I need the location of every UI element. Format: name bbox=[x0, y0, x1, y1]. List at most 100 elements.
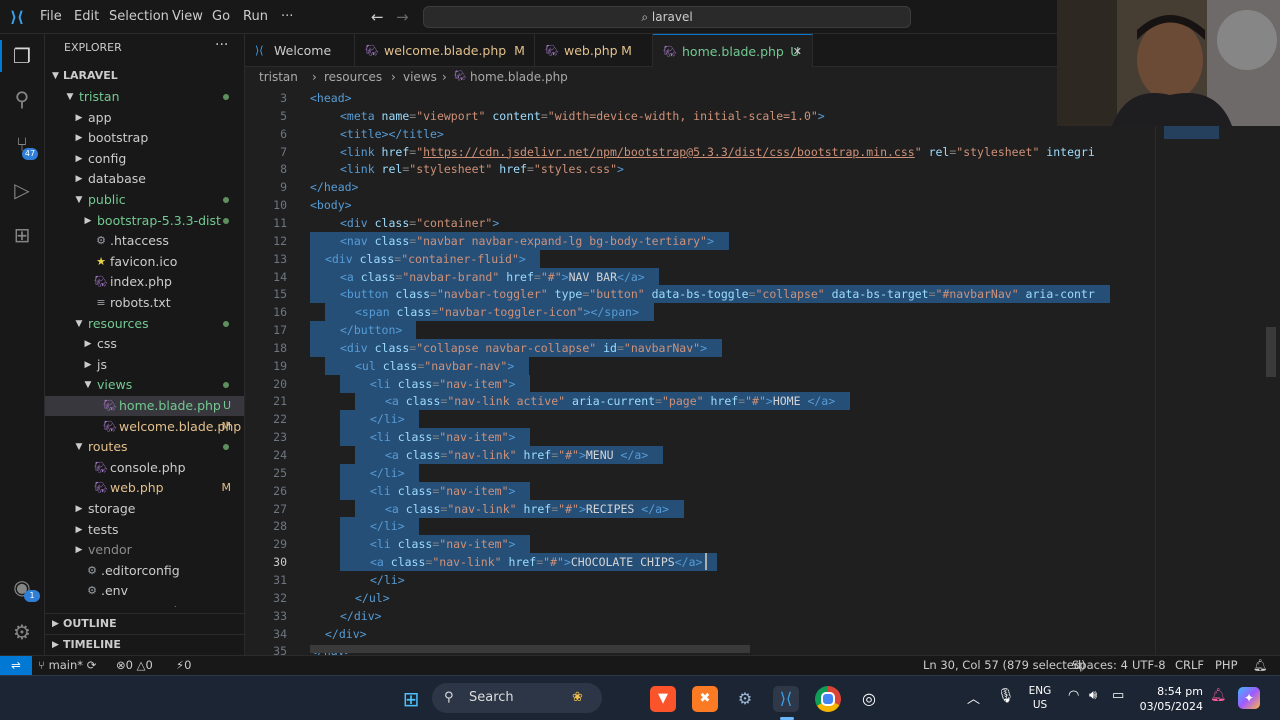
code-token: </li> bbox=[370, 465, 405, 480]
wifi-icon[interactable]: ◠ bbox=[1068, 688, 1079, 703]
tree-item-label: robots.txt bbox=[110, 295, 171, 310]
code-token: "nav-link active" bbox=[447, 394, 572, 409]
obs-icon[interactable]: ◎ bbox=[856, 686, 882, 712]
tree-item-resources[interactable]: ▼ resources bbox=[45, 314, 244, 334]
tree-item-index-php[interactable]: 🐘︎ index.php bbox=[45, 272, 244, 292]
menu-view[interactable]: View bbox=[172, 0, 203, 34]
settings-gear-icon[interactable]: ⚙ bbox=[9, 619, 35, 645]
microphone-icon[interactable]: 🎙︎ bbox=[997, 688, 1015, 704]
code-token: "#" bbox=[543, 555, 564, 570]
language-indicator[interactable]: ENG US bbox=[1027, 684, 1053, 712]
breadcrumb-item[interactable]: views bbox=[403, 67, 437, 87]
tree-item-robots-txt[interactable]: ≡ robots.txt bbox=[45, 293, 244, 313]
tree-item-database[interactable]: ▶ database bbox=[45, 169, 244, 189]
code-token: class bbox=[359, 251, 395, 266]
tree-item-tests[interactable]: ▶ tests bbox=[45, 520, 244, 540]
tree-item-web-php[interactable]: 🐘︎ web.php M bbox=[45, 478, 244, 498]
chevron-down-icon: ▼ bbox=[75, 318, 83, 329]
back-arrow-icon[interactable]: ← bbox=[371, 0, 384, 34]
tab-label: Welcome bbox=[274, 43, 332, 58]
tab-web-php[interactable]: 🐘︎ web.php M bbox=[535, 34, 653, 67]
battery-icon[interactable]: ▭ bbox=[1112, 688, 1124, 703]
code-token: data-bs-target bbox=[831, 287, 929, 302]
copilot-icon[interactable]: ✦ bbox=[1238, 687, 1260, 709]
code-editor[interactable]: 3 <head> 5 <meta name="viewport" content="w… bbox=[245, 87, 1280, 655]
notifications-bell-icon[interactable]: 🔔︎ bbox=[1253, 656, 1268, 675]
windows-start-icon[interactable]: ⊞ bbox=[398, 686, 424, 712]
tab-welcome-blade-php[interactable]: 🐘︎ welcome.blade.php M bbox=[355, 34, 535, 67]
breadcrumb-item[interactable]: home.blade.php bbox=[470, 67, 568, 87]
tree-item-bootstrap[interactable]: ▶ bootstrap bbox=[45, 128, 244, 148]
notification-bell-icon[interactable]: 🔔︎ bbox=[1210, 688, 1227, 703]
taskbar-search[interactable]: ⚲ Search ❀ bbox=[432, 683, 602, 713]
menu-more[interactable]: ··· bbox=[281, 0, 293, 34]
tree-item-js[interactable]: ▶ js bbox=[45, 355, 244, 375]
encoding[interactable]: UTF-8 bbox=[1132, 656, 1166, 675]
line-number: 3 bbox=[280, 91, 287, 105]
menu-selection[interactable]: Selection bbox=[109, 0, 169, 34]
git-branch[interactable]: ⑂ main* ⟳ bbox=[38, 656, 96, 675]
tab-home-blade-php[interactable]: 🐘︎ home.blade.php U ✕ bbox=[653, 34, 813, 67]
clock[interactable]: 8:54 pm 03/05/2024 bbox=[1135, 684, 1203, 714]
code-token: > bbox=[617, 162, 624, 177]
vscode-logo-icon: ⟩⟨ bbox=[10, 8, 24, 26]
menu-file[interactable]: File bbox=[40, 0, 62, 34]
run-debug-icon[interactable]: ▷ bbox=[9, 177, 35, 203]
xampp-icon[interactable]: ✖ bbox=[692, 686, 718, 712]
chrome-icon[interactable] bbox=[815, 686, 841, 712]
tray-chevron-up-icon[interactable]: ︿ bbox=[967, 688, 980, 707]
tab-welcome[interactable]: ⟩⟨ Welcome bbox=[245, 34, 355, 67]
tree-item-config[interactable]: ▶ config bbox=[45, 149, 244, 169]
line-ending[interactable]: CRLF bbox=[1175, 656, 1204, 675]
ports-indicator[interactable]: ⚡0 bbox=[176, 656, 191, 675]
problems-indicator[interactable]: ⊗0 △0 bbox=[116, 656, 153, 675]
tree-item-htaccess[interactable]: ⚙ .htaccess bbox=[45, 231, 244, 251]
tree-item-home-blade-php[interactable]: 🐘︎ home.blade.php U bbox=[45, 396, 244, 416]
cursor-position[interactable]: Ln 30, Col 57 (879 selected) bbox=[923, 656, 1086, 675]
volume-icon[interactable]: 🔊︎ bbox=[1089, 688, 1097, 703]
vscode-taskbar-icon[interactable]: ⟩⟨ bbox=[773, 686, 799, 712]
menu-go[interactable]: Go bbox=[212, 0, 230, 34]
code-token: href bbox=[506, 269, 534, 284]
tree-item-bootstrap-5-3-3-dist[interactable]: ▶ bootstrap-5.3.3-dist bbox=[45, 211, 244, 231]
forward-arrow-icon[interactable]: → bbox=[396, 0, 409, 34]
breadcrumb-item[interactable]: tristan bbox=[259, 67, 298, 87]
menu-run[interactable]: Run bbox=[243, 0, 268, 34]
tree-item-env-example[interactable]: ⚙.env.example bbox=[45, 602, 244, 607]
tree-item-editorconfig[interactable]: ⚙ .editorconfig bbox=[45, 561, 244, 581]
brave-browser-icon[interactable]: ▼ bbox=[650, 686, 676, 712]
minimap[interactable] bbox=[1155, 87, 1276, 655]
code-line: <li class="nav-item"> bbox=[370, 535, 515, 553]
outline-section[interactable]: ▶ OUTLINE bbox=[45, 613, 244, 634]
menu-edit[interactable]: Edit bbox=[74, 0, 99, 34]
tree-item-favicon-ico[interactable]: ★ favicon.ico bbox=[45, 252, 244, 272]
remote-indicator-icon[interactable]: ⇌ bbox=[0, 656, 32, 675]
tree-item-views[interactable]: ▼ views bbox=[45, 375, 244, 395]
tree-item-label: web.php bbox=[110, 480, 164, 496]
horizontal-scrollbar[interactable] bbox=[310, 645, 750, 653]
search-icon[interactable]: ⚲ bbox=[9, 86, 35, 112]
language-mode[interactable]: PHP bbox=[1215, 656, 1238, 675]
tree-item-public[interactable]: ▼ public bbox=[45, 190, 244, 210]
tree-item-env[interactable]: ⚙ .env bbox=[45, 581, 244, 601]
scrollbar-thumb[interactable] bbox=[1266, 327, 1276, 377]
settings-app-icon[interactable]: ⚙ bbox=[732, 686, 758, 712]
extensions-icon[interactable]: ⊞ bbox=[9, 222, 35, 248]
more-actions-icon[interactable]: ··· bbox=[215, 37, 228, 53]
tree-item-css[interactable]: ▶ css bbox=[45, 334, 244, 354]
tree-item-routes[interactable]: ▼ routes bbox=[45, 437, 244, 457]
tree-item-welcome-blade-php[interactable]: 🐘︎ welcome.blade.php M bbox=[45, 417, 244, 437]
workspace-root[interactable]: ▼ LARAVEL bbox=[45, 66, 244, 86]
breadcrumb-item[interactable]: resources bbox=[324, 67, 382, 87]
close-icon[interactable]: ✕ bbox=[793, 35, 802, 68]
tree-item-storage[interactable]: ▶ storage bbox=[45, 499, 244, 519]
command-center-search[interactable]: ⌕ laravel bbox=[423, 6, 911, 28]
indentation[interactable]: Spaces: 4 bbox=[1072, 656, 1128, 675]
tree-item-console-php[interactable]: 🐘︎ console.php bbox=[45, 458, 244, 478]
tree-item-vendor[interactable]: ▶ vendor bbox=[45, 540, 244, 560]
explorer-icon[interactable]: ❐ bbox=[9, 43, 35, 69]
tree-item-tristan[interactable]: ▼ tristan bbox=[45, 87, 244, 107]
tree-item-app[interactable]: ▶ app bbox=[45, 108, 244, 128]
code-token: "width=device-width, initial-scale=1.0" bbox=[547, 108, 818, 123]
timeline-section[interactable]: ▶ TIMELINE bbox=[45, 634, 244, 655]
